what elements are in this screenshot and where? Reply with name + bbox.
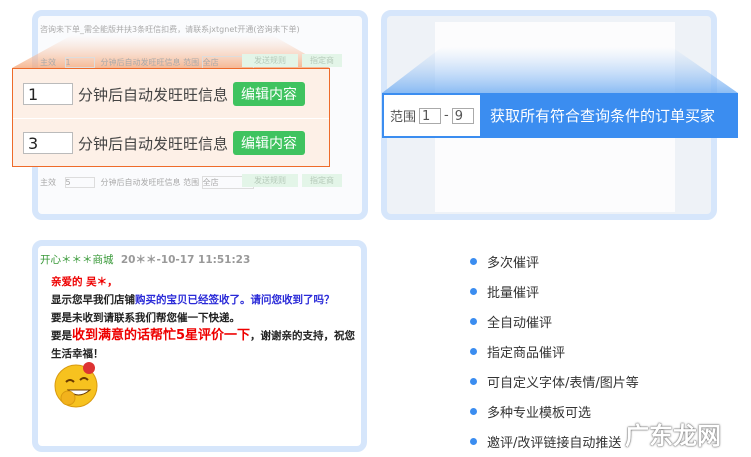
message-meta: 开心＊＊＊商城 20＊＊-10-17 11:51:23 [40, 252, 250, 267]
range-description: 获取所有符合查询条件的订单买家 [490, 107, 716, 125]
range-to-input[interactable]: 9 [451, 107, 474, 124]
rule-text: 分钟后自动发旺旺信息 [78, 134, 229, 153]
range-separator: - [444, 108, 449, 123]
feature-item: 邀评/改评链接自动推送 [470, 426, 639, 456]
edit-content-button[interactable]: 编辑内容 [233, 82, 306, 106]
message-time: 20＊＊-10-17 11:51:23 [120, 254, 251, 266]
buyer-range-callout: 范围 1 - 9 获取所有符合查询条件的订单买家 [382, 93, 738, 138]
feature-item: 多次催评 [470, 246, 639, 276]
minutes-input[interactable]: 1 [23, 83, 73, 105]
msg-text: 要是 [51, 330, 72, 342]
feature-list: 多次催评 批量催评 全自动催评 指定商品催评 可自定义字体/表情/图片等 多种专… [470, 246, 639, 456]
range-box: 范围 1 - 9 [382, 93, 482, 138]
specify-product-button: 指定商 [302, 174, 342, 187]
rule-text: 分钟后自动发旺旺信息 [78, 85, 229, 104]
edit-content-button[interactable]: 编辑内容 [233, 131, 306, 155]
send-rule-button: 发送规则 [242, 54, 298, 67]
message-rule-row: 1 分钟后自动发旺旺信息 编辑内容 [23, 82, 306, 106]
feature-item: 指定商品催评 [470, 336, 639, 366]
minutes-input[interactable]: 3 [23, 132, 73, 154]
range-label: 范围 [390, 110, 417, 125]
send-rule-button: 发送规则 [242, 174, 298, 187]
watermark: 广东龙网 [625, 422, 721, 450]
smiley-emoji-icon [54, 362, 98, 408]
feature-item: 多种专业模板可选 [470, 396, 639, 426]
divider [13, 118, 329, 119]
feature-item: 全自动催评 [470, 306, 639, 336]
greeting: 亲爱的 吴＊， [51, 276, 118, 288]
msg-highlight: 购买的宝贝已经签收了。请问您收到了吗？ [135, 294, 335, 306]
range-from-input[interactable]: 1 [419, 107, 442, 124]
sender-name: 开心＊＊＊商城 [40, 254, 114, 266]
msg-text: 要是未收到请联系我们帮您催一下快递。 [51, 312, 240, 324]
callout-shadow [382, 47, 738, 93]
specify-product-button: 指定商 [302, 54, 342, 67]
panel-header: 咨询未下单_需全能版并扶3条旺信扣费，请联系jxtgnet开通(咨询未下单) [40, 25, 300, 34]
message-body: 亲爱的 吴＊， 显示您早我们店铺购买的宝贝已经签收了。请问您收到了吗？ 要是未收… [51, 273, 361, 363]
msg-text: 显示您早我们店铺 [51, 294, 135, 306]
feature-item: 批量催评 [470, 276, 639, 306]
message-rule-row: 3 分钟后自动发旺旺信息 编辑内容 [23, 131, 306, 155]
auto-message-callout: 1 分钟后自动发旺旺信息 编辑内容 3 分钟后自动发旺旺信息 编辑内容 [12, 68, 330, 167]
msg-highlight: 收到满意的话帮忙5星评价一下 [72, 328, 251, 343]
feature-item: 可自定义字体/表情/图片等 [470, 366, 639, 396]
message-preview-panel: 开心＊＊＊商城 20＊＊-10-17 11:51:23 亲爱的 吴＊， 显示您早… [32, 240, 367, 452]
bg-row: 主效 5 分钟后自动发旺旺信息 范围 全店 [40, 176, 254, 189]
